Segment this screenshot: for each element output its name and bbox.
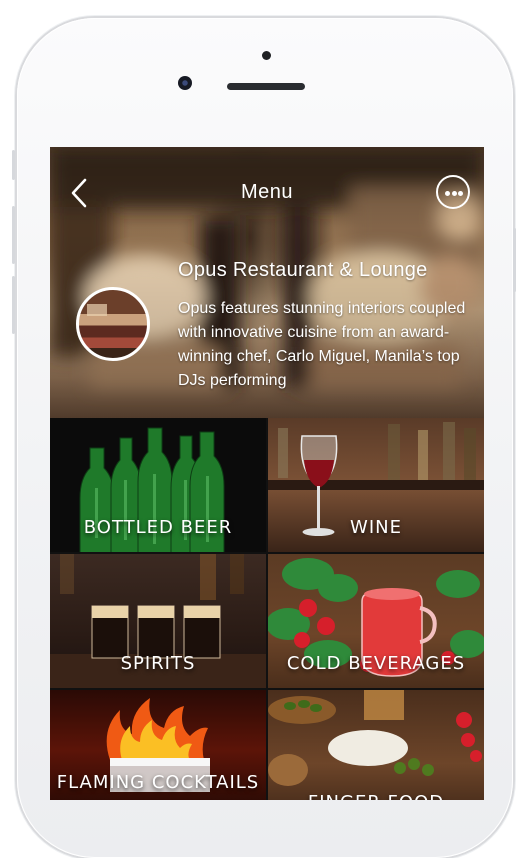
- more-dot-icon: [451, 191, 457, 196]
- front-camera: [178, 76, 192, 90]
- more-dot-icon: [458, 191, 463, 196]
- category-label: FINGER FOOD: [268, 792, 484, 800]
- navigation-bar: Menu: [50, 147, 484, 237]
- volume-down-button: [12, 276, 15, 334]
- category-tile-bottled-beer[interactable]: BOTTLED BEER: [50, 418, 266, 552]
- more-dot-icon: [445, 191, 450, 196]
- restaurant-description: Opus features stunning interiors coupled…: [178, 300, 466, 389]
- category-label: WINE: [350, 517, 402, 538]
- earpiece-speaker: [227, 83, 305, 90]
- category-label: BOTTLED BEER: [83, 517, 233, 538]
- more-options-button[interactable]: [436, 175, 470, 209]
- proximity-sensor: [262, 51, 271, 60]
- restaurant-avatar: [76, 287, 150, 361]
- restaurant-name: Opus Restaurant & Lounge: [178, 259, 428, 281]
- restaurant-header: Menu Opus Restaurant & Lounge Opus featu…: [50, 147, 484, 418]
- page-title: Menu: [240, 181, 294, 203]
- category-tile-finger-food[interactable]: FINGER FOOD: [268, 690, 484, 800]
- category-tile-cold-beverages[interactable]: COLD BEVERAGES: [268, 554, 484, 688]
- volume-up-button: [12, 206, 15, 264]
- category-tile-spirits[interactable]: SPIRITS: [50, 554, 266, 688]
- category-label: SPIRITS: [120, 653, 196, 674]
- mute-switch: [12, 150, 15, 180]
- category-tile-flaming-cocktails[interactable]: FLAMING COCKTAILS: [50, 690, 266, 800]
- category-tile-wine[interactable]: WINE: [268, 418, 484, 552]
- category-label: FLAMING COCKTAILS: [56, 772, 260, 793]
- app-screen: Menu Opus Restaurant & Lounge Opus featu…: [50, 147, 484, 800]
- power-button: [513, 228, 516, 292]
- finger-food-image: [268, 690, 482, 786]
- category-label: COLD BEVERAGES: [286, 653, 466, 674]
